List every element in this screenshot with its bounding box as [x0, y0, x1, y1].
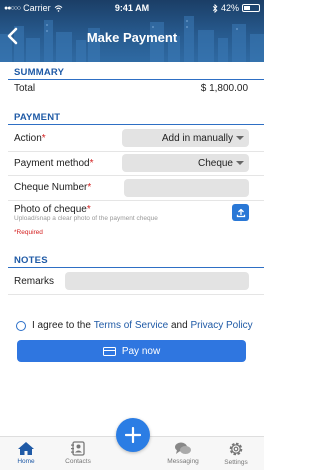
- remarks-label: Remarks: [14, 276, 55, 287]
- payment-method-select[interactable]: Cheque: [122, 154, 249, 172]
- plus-icon: [125, 427, 141, 443]
- add-fab-button[interactable]: [116, 418, 150, 452]
- payment-method-label: Payment method*: [14, 158, 94, 169]
- cheque-number-input[interactable]: [124, 179, 249, 197]
- home-icon: [18, 442, 34, 455]
- action-select-value: Add in manually: [161, 132, 233, 144]
- row-divider: [8, 294, 264, 295]
- agree-conjunction: and: [170, 320, 188, 331]
- terms-link[interactable]: Terms of Service: [94, 320, 168, 331]
- total-label: Total: [14, 83, 36, 94]
- battery-percent: 42%: [220, 3, 239, 13]
- pay-now-label: Pay now: [121, 345, 161, 357]
- privacy-link[interactable]: Privacy Policy: [190, 320, 252, 331]
- status-bar: ●●○○○ Carrier 9:41 AM 42%: [0, 2, 264, 16]
- agreement-row: I agree to the Terms of Service and Priv…: [16, 320, 253, 331]
- contacts-icon: [71, 441, 85, 456]
- notes-divider: [8, 267, 264, 268]
- tab-contacts[interactable]: Contacts: [53, 441, 103, 465]
- summary-divider: [8, 79, 264, 80]
- payment-divider: [8, 124, 264, 125]
- summary-heading: SUMMARY: [14, 67, 65, 78]
- cheque-number-label: Cheque Number*: [14, 182, 92, 193]
- agree-prefix: I agree to the: [32, 320, 91, 331]
- row-divider: [8, 151, 264, 152]
- battery-icon: [242, 4, 260, 12]
- tab-home[interactable]: Home: [1, 441, 51, 465]
- agree-radio[interactable]: [16, 320, 26, 331]
- pay-now-button[interactable]: Pay now: [17, 340, 246, 362]
- payment-method-value: Cheque: [197, 157, 233, 169]
- gear-icon: [229, 442, 243, 456]
- photo-hint: Upload/snap a clear photo of the payment…: [14, 215, 158, 222]
- photo-of-cheque-label: Photo of cheque*: [14, 204, 91, 215]
- credit-card-icon: [102, 346, 116, 356]
- tab-settings[interactable]: Settings: [211, 441, 261, 466]
- action-select[interactable]: Add in manually: [122, 129, 249, 147]
- payment-heading: PAYMENT: [14, 112, 61, 123]
- header: ●●○○○ Carrier 9:41 AM 42% Make Payment: [0, 0, 264, 62]
- action-label: Action*: [14, 133, 46, 144]
- row-divider: [8, 175, 264, 176]
- chevron-down-icon: [236, 136, 244, 140]
- upload-button[interactable]: [232, 204, 249, 221]
- required-note: *Required: [14, 229, 43, 236]
- notes-heading: NOTES: [14, 255, 48, 266]
- row-divider: [8, 200, 264, 201]
- remarks-input[interactable]: [65, 272, 249, 290]
- chevron-down-icon: [236, 161, 244, 165]
- bluetooth-icon: [212, 3, 218, 13]
- page-title: Make Payment: [86, 30, 178, 45]
- total-value: $ 1,800.00: [200, 83, 248, 94]
- chat-icon: [175, 442, 191, 454]
- upload-icon: [236, 208, 245, 217]
- tab-messaging[interactable]: Messaging: [158, 441, 208, 465]
